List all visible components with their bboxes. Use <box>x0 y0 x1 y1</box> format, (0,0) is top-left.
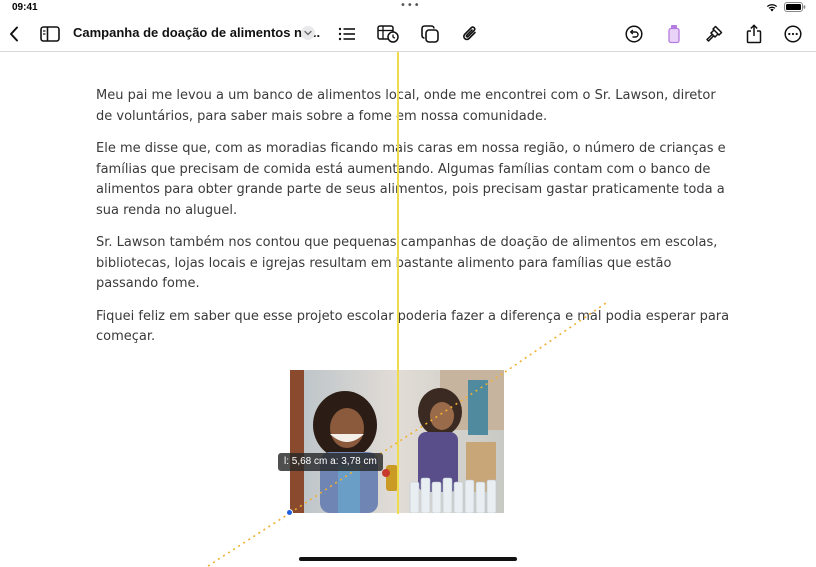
more-icon <box>784 25 802 43</box>
title-menu-button[interactable] <box>301 26 315 40</box>
format-button[interactable] <box>703 24 725 44</box>
vertical-alignment-guide <box>397 52 399 514</box>
copy-button[interactable] <box>419 24 441 44</box>
list-icon <box>338 27 355 41</box>
status-indicators <box>766 2 806 12</box>
wifi-icon <box>766 3 778 11</box>
chevron-down-icon <box>304 30 312 36</box>
format-brush-icon <box>706 25 723 42</box>
media-button[interactable] <box>377 24 399 44</box>
paragraph[interactable]: Sr. Lawson também nos contou que pequena… <box>96 233 736 295</box>
home-indicator[interactable] <box>299 557 517 561</box>
copy-icon <box>421 25 439 43</box>
sidebar-icon <box>40 26 60 42</box>
paragraph[interactable]: Ele me disse que, com as moradias ficand… <box>96 139 736 221</box>
list-button[interactable] <box>336 24 358 44</box>
media-icon <box>377 25 399 43</box>
share-button[interactable] <box>743 24 765 44</box>
paperclip-icon <box>463 26 476 41</box>
undo-button[interactable] <box>623 24 645 44</box>
toolbar: Campanha de doação de alimentos na... <box>0 16 816 52</box>
more-button[interactable] <box>782 24 804 44</box>
share-icon <box>746 24 762 44</box>
multitasking-dots[interactable]: ••• <box>400 0 421 11</box>
resize-handle[interactable] <box>286 509 293 516</box>
status-bar: 09:41 ••• <box>0 0 816 16</box>
undo-icon <box>625 25 643 43</box>
document-title[interactable]: Campanha de doação de alimentos na... <box>73 25 320 40</box>
paragraph[interactable]: Meu pai me levou a um banco de alimentos… <box>96 86 736 127</box>
chevron-left-icon <box>10 26 18 42</box>
status-time: 09:41 <box>12 2 38 13</box>
paragraph[interactable]: Fiquei feliz em saber que esse projeto e… <box>96 307 736 348</box>
sidebar-button[interactable] <box>39 24 61 44</box>
attach-button[interactable] <box>459 24 481 44</box>
image-size-label: l: 5,68 cm a: 3,78 cm <box>278 453 383 471</box>
pen-icon <box>668 25 680 44</box>
back-button[interactable] <box>3 24 25 44</box>
pen-button[interactable] <box>663 24 685 44</box>
battery-icon <box>784 2 806 12</box>
document-body[interactable]: Meu pai me levou a um banco de alimentos… <box>96 86 736 360</box>
